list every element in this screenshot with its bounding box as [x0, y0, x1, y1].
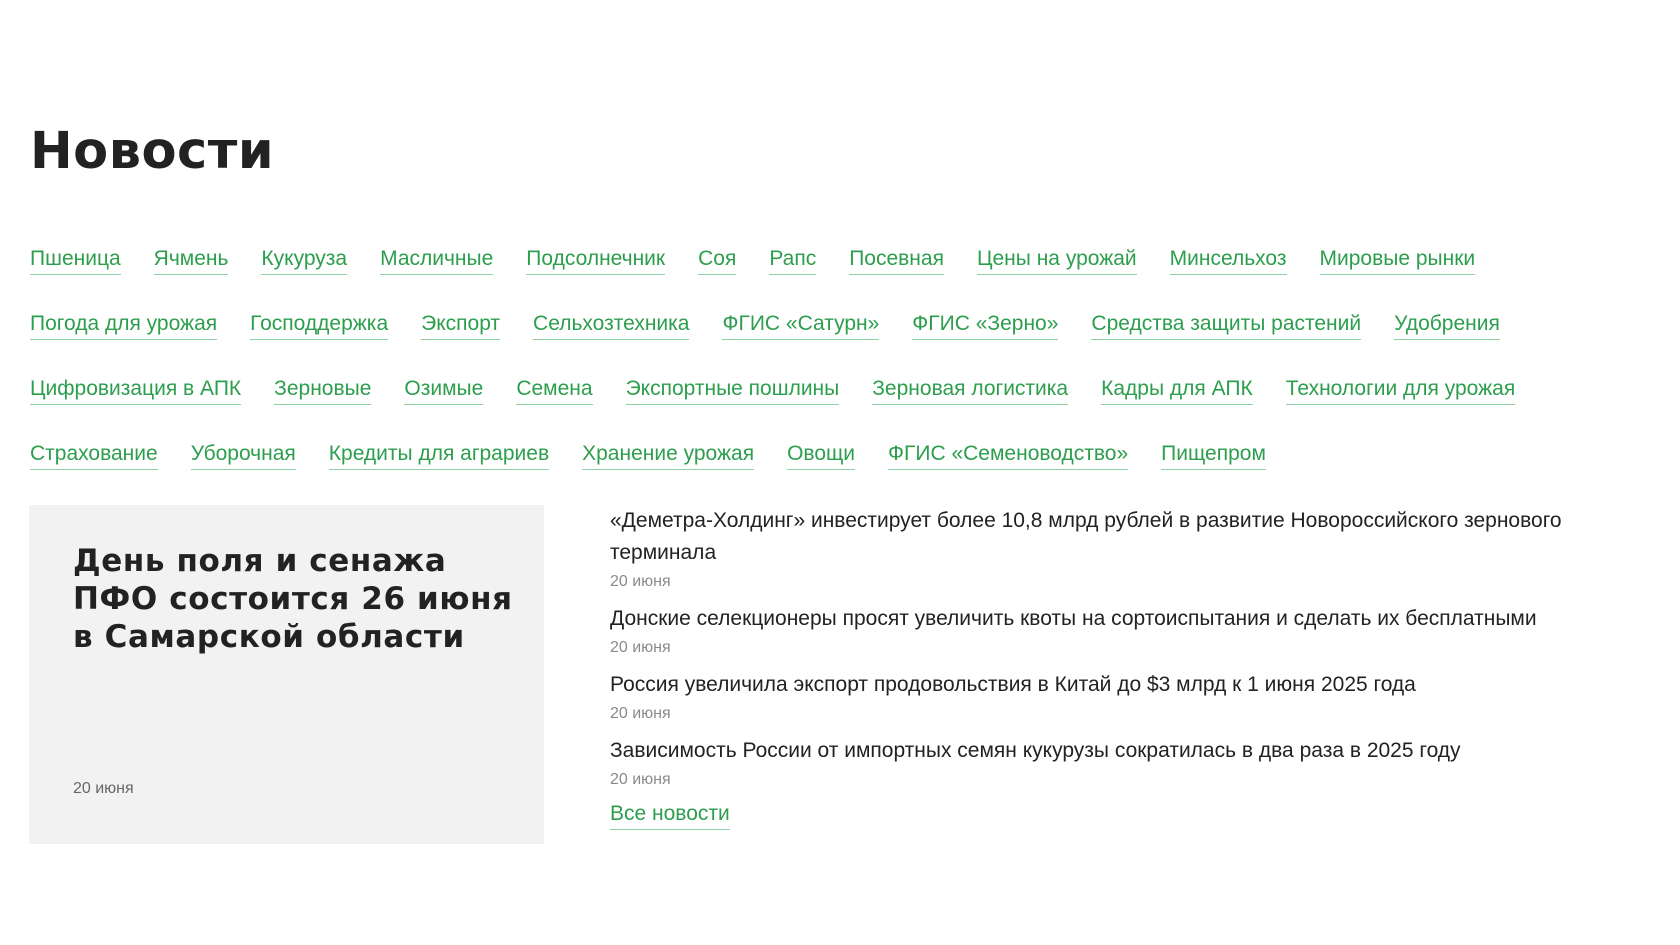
news-item-title[interactable]: «Деметра-Холдинг» инвестирует более 10,8… — [610, 505, 1670, 569]
topic-tag-link[interactable]: Цифровизация в АПК — [30, 374, 242, 405]
featured-news-date: 20 июня — [73, 780, 134, 797]
news-item-date: 20 июня — [610, 705, 671, 722]
topic-tag-link[interactable]: Кредиты для аграриев — [328, 439, 550, 470]
topic-tag-link[interactable]: ФГИС «Семеноводство» — [888, 439, 1129, 470]
topic-tags: Пшеница Ячмень Кукуруза Масличные Подсолнечн… — [30, 244, 1650, 470]
topic-tag-link[interactable]: Семена — [516, 374, 593, 405]
topic-tag-link[interactable]: Удобрения — [1394, 309, 1500, 340]
topic-tag-link[interactable]: Ячмень — [153, 244, 229, 275]
topic-tag-link[interactable]: Кукуруза — [261, 244, 348, 275]
topic-tag-link[interactable]: Кадры для АПК — [1101, 374, 1253, 405]
featured-news-title[interactable]: День поля и сенажа ПФО состоится 26 июня… — [73, 542, 513, 656]
topic-tag-link[interactable]: Пищепром — [1161, 439, 1266, 470]
topic-tag-link[interactable]: Уборочная — [190, 439, 296, 470]
topic-tag-link[interactable]: Масличные — [380, 244, 494, 275]
topic-tag-link[interactable]: Рапс — [769, 244, 817, 275]
topic-tag-link[interactable]: Озимые — [404, 374, 484, 405]
topic-tag-link[interactable]: Хранение урожая — [582, 439, 755, 470]
topic-tag-link[interactable]: Сельхозтехника — [533, 309, 690, 340]
topic-tag-link[interactable]: Подсолнечник — [526, 244, 666, 275]
news-item-date: 20 июня — [610, 771, 671, 788]
news-item: «Деметра-Холдинг» инвестирует более 10,8… — [610, 505, 1670, 592]
topic-tag-link[interactable]: Цены на урожай — [976, 244, 1137, 275]
topic-tag-link[interactable]: Пшеница — [30, 244, 121, 275]
topic-tag-link[interactable]: ФГИС «Зерно» — [912, 309, 1059, 340]
topic-tag-link[interactable]: Господдержка — [250, 309, 389, 340]
news-item: Донские селекционеры просят увеличить кв… — [610, 603, 1670, 658]
topic-tag-link[interactable]: ФГИС «Сатурн» — [722, 309, 880, 340]
topic-tag-link[interactable]: Экспортные пошлины — [625, 374, 840, 405]
topic-tag-link[interactable]: Минсельхоз — [1169, 244, 1287, 275]
topic-tag-link[interactable]: Погода для урожая — [30, 309, 218, 340]
featured-news-card[interactable]: День поля и сенажа ПФО состоится 26 июня… — [29, 505, 544, 844]
news-list: «Деметра-Холдинг» инвестирует более 10,8… — [610, 505, 1670, 830]
topic-tag-link[interactable]: Страхование — [30, 439, 158, 470]
news-item-date: 20 июня — [610, 573, 671, 590]
topic-tag-link[interactable]: Мировые рынки — [1319, 244, 1476, 275]
topic-tag-link[interactable]: Зерновые — [274, 374, 372, 405]
topic-tag-link[interactable]: Средства защиты растений — [1091, 309, 1362, 340]
topic-tag-link[interactable]: Соя — [698, 244, 737, 275]
topic-tag-link[interactable]: Посевная — [849, 244, 944, 275]
news-item: Россия увеличила экспорт продовольствия … — [610, 669, 1670, 724]
news-item-title[interactable]: Донские селекционеры просят увеличить кв… — [610, 603, 1670, 635]
news-item-title[interactable]: Зависимость России от импортных семян ку… — [610, 735, 1670, 767]
topic-tag-link[interactable]: Экспорт — [421, 309, 501, 340]
topic-tag-link[interactable]: Овощи — [787, 439, 856, 470]
page-title: Новости — [30, 122, 275, 181]
all-news-link[interactable]: Все новости — [610, 799, 730, 830]
topic-tag-link[interactable]: Технологии для урожая — [1285, 374, 1516, 405]
news-item: Зависимость России от импортных семян ку… — [610, 735, 1670, 790]
news-item-title[interactable]: Россия увеличила экспорт продовольствия … — [610, 669, 1670, 701]
topic-tag-link[interactable]: Зерновая логистика — [872, 374, 1069, 405]
news-item-date: 20 июня — [610, 639, 671, 656]
